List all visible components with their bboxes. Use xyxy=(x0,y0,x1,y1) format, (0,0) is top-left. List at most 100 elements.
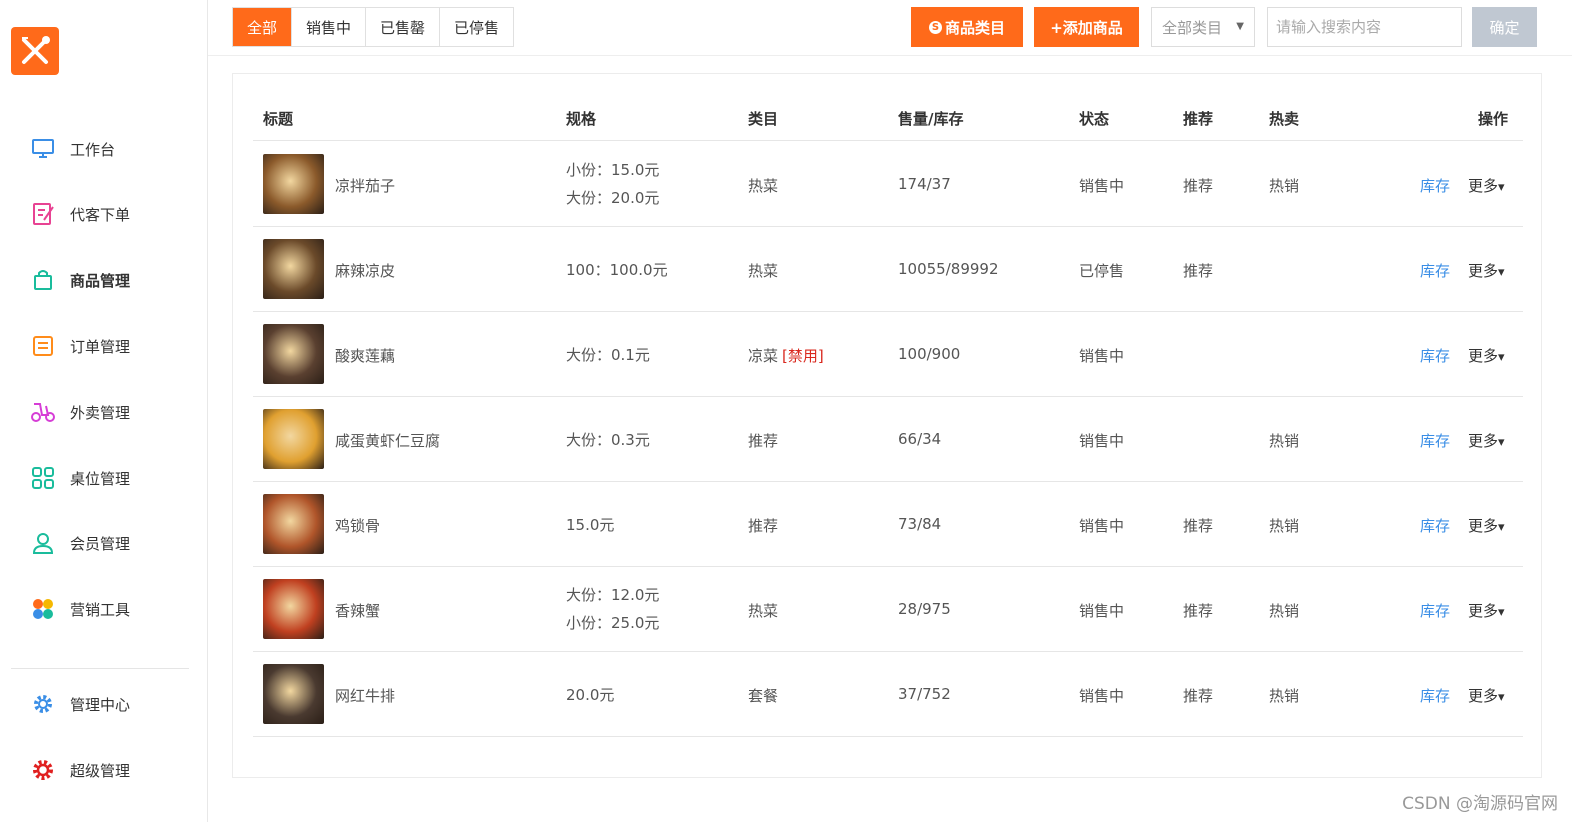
product-name[interactable]: 酸爽莲藕 xyxy=(335,345,395,366)
stock-link[interactable]: 库存 xyxy=(1420,685,1450,706)
product-thumbnail[interactable] xyxy=(263,324,324,384)
category-text: 推荐 xyxy=(748,432,779,450)
more-label: 更多 xyxy=(1468,177,1499,195)
stock-link[interactable]: 库存 xyxy=(1420,430,1450,451)
sidebar-item-admin-center[interactable]: 管理中心 xyxy=(30,691,130,717)
add-product-button[interactable]: +添加商品 xyxy=(1034,7,1139,47)
product-name[interactable]: 网红牛排 xyxy=(335,685,395,706)
hot-flag: 热销 xyxy=(1269,177,1300,195)
tab-all[interactable]: 全部 xyxy=(233,8,293,46)
tab-sold-out[interactable]: 已售罄 xyxy=(366,8,441,46)
caret-down-icon: ▾ xyxy=(1498,350,1505,365)
more-dropdown[interactable]: 更多▾ xyxy=(1468,175,1505,196)
spec-line: 大份：20.0元 xyxy=(566,189,660,207)
product-name[interactable]: 鸡锁骨 xyxy=(335,515,380,536)
sidebar-item-super-admin[interactable]: 超级管理 xyxy=(30,757,130,783)
more-dropdown[interactable]: 更多▾ xyxy=(1468,515,1505,536)
recommend-flag: 推荐 xyxy=(1183,517,1214,535)
status-text: 销售中 xyxy=(1079,177,1125,195)
table-row: 酸爽莲藕 大份：0.1元 凉菜 [禁用] 100/900 销售中 库存 更多▾ xyxy=(253,312,1523,397)
product-thumbnail[interactable] xyxy=(263,154,324,214)
confirm-button[interactable]: 确定 xyxy=(1472,7,1537,47)
product-category: 凉菜 [禁用] xyxy=(748,345,824,366)
stock-link[interactable]: 库存 xyxy=(1420,260,1450,281)
product-category-label: 商品类目 xyxy=(944,18,1005,37)
stock-link[interactable]: 库存 xyxy=(1420,515,1450,536)
sidebar-item-label: 桌位管理 xyxy=(70,469,131,488)
logo[interactable] xyxy=(11,27,59,75)
product-category: 热菜 xyxy=(748,175,778,196)
category-select-value: 全部类目 xyxy=(1162,18,1223,37)
more-dropdown[interactable]: 更多▾ xyxy=(1468,345,1505,366)
table-row: 凉拌茄子 小份：15.0元 大份：20.0元 热菜 174/37 销售中 推荐 热销 库存 更多▾ xyxy=(253,142,1523,227)
sales-stock: 100/900 xyxy=(898,345,961,363)
search-input[interactable] xyxy=(1267,7,1462,47)
spec-line: 小份：15.0元 xyxy=(566,161,660,179)
product-spec: 大份：0.1元 xyxy=(566,345,650,365)
product-thumbnail[interactable] xyxy=(263,239,324,299)
sidebar-item-workbench[interactable]: 工作台 xyxy=(30,136,115,162)
status-text: 已停售 xyxy=(1079,262,1125,280)
sidebar-item-delivery[interactable]: 外卖管理 xyxy=(30,399,130,425)
clover-icon xyxy=(30,596,56,622)
product-spec: 大份：0.3元 xyxy=(566,430,650,450)
product-name[interactable]: 香辣蟹 xyxy=(335,600,380,621)
tab-on-sale[interactable]: 销售中 xyxy=(292,8,367,46)
category-text: 热菜 xyxy=(748,262,779,280)
stock-link[interactable]: 库存 xyxy=(1420,600,1450,621)
sidebar-item-members[interactable]: 会员管理 xyxy=(30,530,130,556)
more-label: 更多 xyxy=(1468,432,1499,450)
stock-link[interactable]: 库存 xyxy=(1420,175,1450,196)
monitor-icon xyxy=(30,136,56,162)
more-dropdown[interactable]: 更多▾ xyxy=(1468,685,1505,706)
sidebar-item-orders[interactable]: 订单管理 xyxy=(30,333,130,359)
category-text: 凉菜 xyxy=(748,347,779,365)
sidebar-item-tables[interactable]: 桌位管理 xyxy=(30,465,130,491)
sales-stock: 28/975 xyxy=(898,600,951,618)
sidebar-item-products[interactable]: 商品管理 xyxy=(30,267,130,293)
stock-link[interactable]: 库存 xyxy=(1420,345,1450,366)
watermark: CSDN @淘源码官网 xyxy=(1402,794,1558,814)
category-select[interactable]: 全部类目 ▼ xyxy=(1151,7,1255,47)
product-name[interactable]: 麻辣凉皮 xyxy=(335,260,395,281)
table-row: 咸蛋黄虾仁豆腐 大份：0.3元 推荐 66/34 销售中 热销 库存 更多▾ xyxy=(253,397,1523,482)
sales-stock: 37/752 xyxy=(898,685,951,703)
product-category: 推荐 xyxy=(748,515,778,536)
more-dropdown[interactable]: 更多▾ xyxy=(1468,600,1505,621)
product-thumbnail[interactable] xyxy=(263,664,324,724)
more-dropdown[interactable]: 更多▾ xyxy=(1468,260,1505,281)
tab-discontinued[interactable]: 已停售 xyxy=(440,8,514,46)
more-dropdown[interactable]: 更多▾ xyxy=(1468,430,1505,451)
spec-line: 100：100.0元 xyxy=(566,261,668,279)
spec-line: 20.0元 xyxy=(566,686,615,704)
product-thumbnail[interactable] xyxy=(263,579,324,639)
more-label: 更多 xyxy=(1468,517,1499,535)
sidebar: 工作台 代客下单 商品管理 订单管理 外卖管理 桌位管理 会员管理 营销工具 管… xyxy=(0,0,208,822)
product-thumbnail[interactable] xyxy=(263,409,324,469)
product-category-button[interactable]: S 商品类目 xyxy=(911,7,1023,47)
product-name[interactable]: 咸蛋黄虾仁豆腐 xyxy=(335,430,440,451)
category-text: 推荐 xyxy=(748,517,779,535)
spec-line: 小份：25.0元 xyxy=(566,614,660,632)
caret-down-icon: ▾ xyxy=(1498,520,1505,535)
product-name[interactable]: 凉拌茄子 xyxy=(335,175,395,196)
sidebar-item-label: 代客下单 xyxy=(70,205,131,224)
category-text: 套餐 xyxy=(748,687,779,705)
sidebar-item-order-for-guest[interactable]: 代客下单 xyxy=(30,201,130,227)
header-actions: 操作 xyxy=(1478,110,1509,128)
main-content: 全部 销售中 已售罄 已停售 S 商品类目 +添加商品 全部类目 ▼ 确定 标题… xyxy=(208,0,1572,822)
category-text: 热菜 xyxy=(748,602,779,620)
sidebar-item-marketing[interactable]: 营销工具 xyxy=(30,596,130,622)
sidebar-item-label: 会员管理 xyxy=(70,534,131,553)
product-spec: 大份：12.0元 小份：25.0元 xyxy=(566,581,659,637)
caret-down-icon: ▾ xyxy=(1498,180,1505,195)
product-thumbnail[interactable] xyxy=(263,494,324,554)
category-text: 热菜 xyxy=(748,177,779,195)
product-spec: 100：100.0元 xyxy=(566,260,668,280)
more-label: 更多 xyxy=(1468,602,1499,620)
status-text: 销售中 xyxy=(1079,602,1125,620)
caret-down-icon: ▼ xyxy=(1236,21,1244,32)
status-text: 销售中 xyxy=(1079,432,1125,450)
header-sales-stock: 售量/库存 xyxy=(898,110,964,128)
gear-red-icon xyxy=(30,757,56,783)
